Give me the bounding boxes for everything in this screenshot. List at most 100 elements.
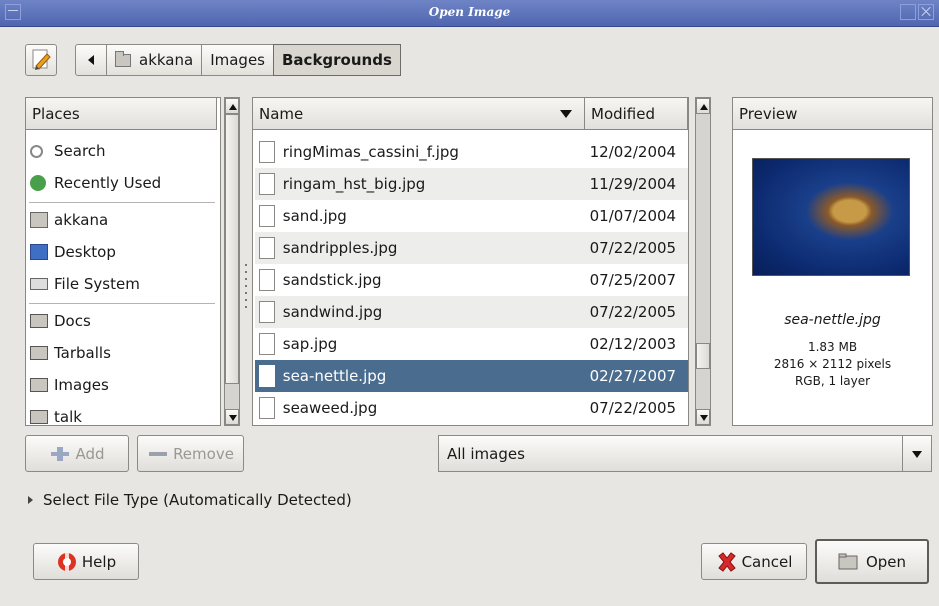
lifebuoy-icon	[57, 552, 76, 571]
places-item-desktop[interactable]: Desktop	[30, 236, 216, 268]
help-button[interactable]: Help	[33, 543, 139, 580]
crumb-label: Images	[210, 51, 265, 69]
open-image-dialog: Open Image akkana Images Backgrounds Sea…	[0, 0, 939, 606]
scroll-down-button[interactable]	[225, 409, 239, 425]
scroll-up-button[interactable]	[225, 98, 239, 114]
places-item-images[interactable]: Images	[30, 369, 216, 401]
file-row[interactable]: ringam_hst_big.jpg 11/29/2004	[255, 168, 688, 200]
close-icon[interactable]	[918, 4, 934, 20]
modified-column-header[interactable]: Modified	[584, 97, 688, 130]
open-button-label: Open	[865, 552, 907, 571]
places-item-label: Images	[54, 376, 109, 394]
file-filter-value: All images	[447, 444, 525, 463]
places-item-search[interactable]: Search	[30, 135, 216, 167]
file-row[interactable]: sandwind.jpg 07/22/2005	[255, 296, 688, 328]
file-list-scrollbar[interactable]	[695, 97, 711, 426]
help-button-label: Help	[81, 552, 117, 571]
preview-header-label: Preview	[739, 104, 798, 123]
file-row[interactable]: sandstick.jpg 07/25/2007	[255, 264, 688, 296]
file-row-selected[interactable]: sea-nettle.jpg 02/27/2007	[255, 360, 688, 392]
image-file-icon	[259, 237, 275, 259]
file-row[interactable]: ringMimas_cassini_f.jpg 12/02/2004	[255, 136, 688, 168]
file-modified: 12/02/2004	[589, 143, 677, 161]
places-item-label: Desktop	[54, 243, 116, 261]
crumb-akkana[interactable]: akkana	[106, 44, 203, 76]
file-name: sea-nettle.jpg	[282, 367, 387, 385]
places-item-file-system[interactable]: File System	[30, 268, 216, 300]
places-item-recently-used[interactable]: Recently Used	[30, 167, 216, 199]
image-file-icon	[259, 397, 275, 419]
scrollbar-thumb[interactable]	[225, 114, 239, 384]
window-title: Open Image	[428, 5, 511, 19]
search-icon	[30, 144, 43, 158]
file-name: sandwind.jpg	[282, 303, 383, 321]
file-modified: 07/22/2005	[589, 399, 677, 417]
file-filter-select[interactable]: All images	[438, 435, 932, 472]
remove-button[interactable]: Remove	[137, 435, 244, 472]
crumb-backgrounds[interactable]: Backgrounds	[273, 44, 401, 76]
chevron-down-icon[interactable]	[902, 436, 931, 471]
file-row[interactable]: sap.jpg 02/12/2003	[255, 328, 688, 360]
places-list: Search Recently Used akkana Desktop File…	[25, 97, 221, 426]
pane-resize-grip[interactable]	[243, 262, 249, 312]
home-folder-icon	[30, 212, 48, 228]
places-header-label: Places	[32, 104, 80, 123]
preview-info: RGB, 1 layer	[794, 374, 871, 388]
crumb-label: akkana	[139, 51, 194, 69]
preview-pane: sea-nettle.jpg 1.83 MB 2816 × 2112 pixel…	[732, 97, 933, 426]
file-name: sap.jpg	[282, 335, 338, 353]
places-item-talk[interactable]: talk	[30, 401, 216, 433]
preview-filename: sea-nettle.jpg	[784, 312, 881, 328]
scrollbar-thumb[interactable]	[696, 343, 710, 369]
places-item-tarballs[interactable]: Tarballs	[30, 337, 216, 369]
crumb-images[interactable]: Images	[201, 44, 274, 76]
image-file-icon	[259, 205, 275, 227]
file-row[interactable]: seaweed.jpg 07/22/2005	[255, 392, 688, 424]
sort-down-icon	[560, 109, 572, 118]
places-item-akkana[interactable]: akkana	[30, 204, 216, 236]
file-modified: 07/22/2005	[589, 239, 677, 257]
places-scrollbar[interactable]	[224, 97, 240, 426]
file-row[interactable]: sandripples.jpg 07/22/2005	[255, 232, 688, 264]
scroll-up-button[interactable]	[696, 98, 710, 114]
path-back-button[interactable]	[75, 44, 107, 76]
file-name: ringMimas_cassini_f.jpg	[282, 143, 459, 161]
scroll-down-button[interactable]	[696, 409, 710, 425]
file-modified: 01/07/2004	[589, 207, 677, 225]
file-name: sandripples.jpg	[282, 239, 398, 257]
maximize-icon[interactable]	[900, 4, 916, 20]
preview-thumbnail	[752, 158, 910, 276]
file-modified: 02/27/2007	[589, 367, 677, 385]
places-item-label: akkana	[54, 211, 109, 229]
filesystem-icon	[30, 278, 48, 290]
open-button[interactable]: Open	[815, 539, 929, 584]
cancel-button-label: Cancel	[741, 552, 793, 571]
folder-open-icon	[838, 553, 858, 569]
desktop-icon	[30, 244, 48, 260]
places-header[interactable]: Places	[25, 97, 217, 130]
modified-column-label: Modified	[591, 104, 656, 123]
arrow-down-icon	[229, 415, 237, 421]
preview-header: Preview	[732, 97, 933, 130]
arrow-up-icon	[700, 104, 708, 110]
plus-icon	[51, 446, 70, 461]
folder-icon	[30, 410, 48, 424]
places-item-label: talk	[54, 408, 82, 426]
name-column-header[interactable]: Name	[252, 97, 585, 130]
pencil-icon	[32, 49, 51, 70]
name-column-label: Name	[259, 104, 304, 123]
path-bar: akkana Images Backgrounds	[75, 44, 401, 76]
add-button[interactable]: Add	[25, 435, 129, 472]
crumb-label: Backgrounds	[282, 51, 392, 69]
file-row[interactable]: sand.jpg 01/07/2004	[255, 200, 688, 232]
image-file-icon	[259, 301, 275, 323]
places-item-docs[interactable]: Docs	[30, 305, 216, 337]
remove-button-label: Remove	[173, 444, 234, 463]
file-modified: 02/12/2003	[589, 335, 677, 353]
title-bar[interactable]: Open Image	[0, 0, 939, 27]
cancel-button[interactable]: Cancel	[701, 543, 807, 580]
file-type-expander[interactable]: Select File Type (Automatically Detected…	[28, 491, 352, 509]
type-location-button[interactable]	[25, 44, 57, 76]
image-file-icon	[259, 333, 275, 355]
file-modified: 11/29/2004	[589, 175, 677, 193]
